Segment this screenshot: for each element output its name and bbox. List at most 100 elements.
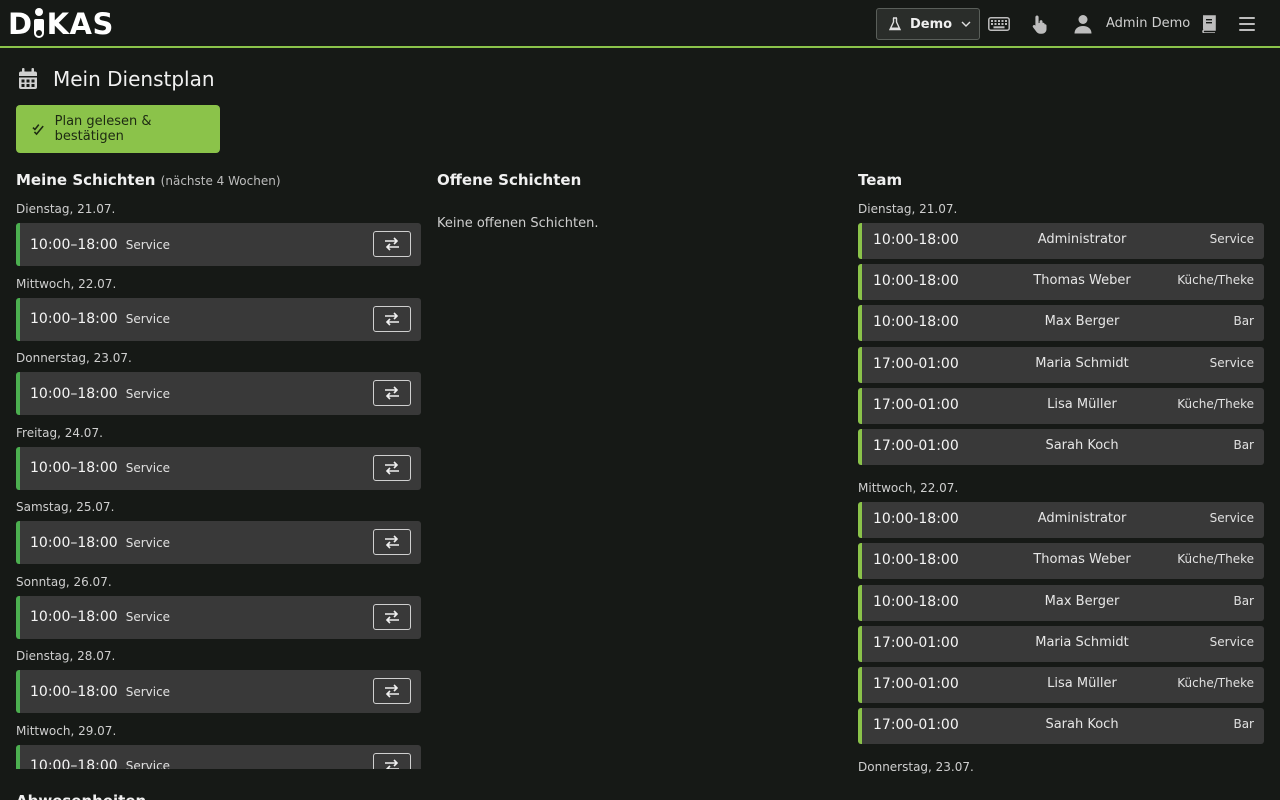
keyboard-icon[interactable]: [987, 12, 1011, 36]
swap-icon: [385, 684, 399, 698]
team-shift-row: 17:00-01:00 Lisa Müller Küche/Theke: [858, 667, 1264, 703]
swap-icon: [385, 609, 399, 624]
team-member-name: Maria Schmidt: [1035, 355, 1129, 371]
open-shifts-title: Offene Schichten: [437, 171, 582, 189]
team-shift-time: 17:00-01:00: [873, 676, 959, 692]
shift-time: 10:00–18:00: [30, 683, 118, 700]
book-icon[interactable]: [1197, 12, 1221, 36]
team-day-date: Donnerstag, 23.07.: [858, 760, 974, 775]
my-shift-card: 10:00–18:00 Service: [16, 372, 421, 415]
team-shift-role: Bar: [1233, 717, 1254, 732]
team-member-name: Sarah Koch: [1045, 438, 1119, 453]
shift-role: Service: [125, 386, 171, 401]
team-shift-row: 10:00-18:00 Thomas Weber Küche/Theke: [858, 264, 1264, 301]
team-member-name: Thomas Weber: [1033, 552, 1131, 568]
team-shift-time: 17:00-01:00: [873, 717, 959, 734]
my-shift-date: Samstag, 25.07.: [16, 500, 115, 514]
team-member-name: Max Berger: [1044, 593, 1120, 609]
swap-shift-button[interactable]: [373, 603, 411, 630]
my-shift-date: Dienstag, 28.07.: [16, 649, 116, 663]
team-shift-row: 17:00-01:00 Maria Schmidt Service: [858, 346, 1264, 383]
team-member-name: Administrator: [1037, 511, 1127, 527]
hamburger-menu-icon[interactable]: [1235, 12, 1259, 36]
team-shift-role: Bar: [1233, 314, 1254, 329]
swap-shift-button[interactable]: [373, 454, 411, 481]
team-shift-role: Service: [1209, 634, 1254, 649]
team-shift-time: 10:00-18:00: [873, 552, 959, 569]
team-shift-row: 17:00-01:00 Sarah Koch Bar: [858, 429, 1264, 465]
my-shifts-subtitle: (nächste 4 Wochen): [160, 174, 281, 188]
swap-icon: [385, 237, 399, 251]
confirm-plan-button[interactable]: Plan gelesen & bestätigen: [16, 105, 220, 153]
team-member-name: Maria Schmidt: [1035, 634, 1129, 650]
team-shift-time: 17:00-01:00: [873, 355, 959, 372]
top-navbar: D KAS Demo Admin Demo: [0, 0, 1280, 48]
team-member-name: Sarah Koch: [1045, 717, 1119, 733]
my-shifts-title: Meine Schichten (nächste 4 Wochen): [16, 171, 281, 189]
team-shift-time: 10:00-18:00: [873, 593, 959, 610]
shift-time: 10:00–18:00: [30, 236, 118, 253]
absences-title: Abwesenheiten: [16, 792, 146, 800]
shift-time: 10:00–18:00: [30, 460, 118, 476]
my-shift-card: 10:00–18:00 Service: [16, 521, 421, 564]
confirm-plan-label: Plan gelesen & bestätigen: [54, 114, 152, 144]
team-shift-role: Service: [1209, 511, 1254, 526]
open-shifts-empty-text: Keine offenen Schichten.: [437, 216, 599, 231]
swap-shift-button[interactable]: [373, 305, 411, 332]
team-shift-time: 10:00-18:00: [873, 232, 959, 248]
shift-role: Service: [125, 312, 171, 326]
swap-shift-button[interactable]: [373, 231, 411, 257]
swap-shift-button[interactable]: [373, 380, 411, 406]
my-shift-date: Mittwoch, 29.07.: [16, 723, 117, 738]
user-name[interactable]: Admin Demo: [1106, 16, 1190, 31]
team-member-name: Administrator: [1037, 232, 1127, 247]
my-shift-card: 10:00–18:00 Service: [16, 223, 421, 266]
my-shift-card: 10:00–18:00 Service: [16, 297, 421, 341]
team-shift-role: Küche/Theke: [1177, 676, 1254, 690]
team-shift-time: 10:00-18:00: [873, 511, 959, 528]
team-shift-row: 10:00-18:00 Max Berger Bar: [858, 305, 1264, 342]
shift-role: Service: [125, 610, 171, 624]
shift-time: 10:00–18:00: [30, 609, 118, 625]
team-title: Team: [858, 171, 903, 189]
team-shift-time: 10:00-18:00: [873, 314, 959, 331]
team-member-name: Thomas Weber: [1033, 273, 1131, 289]
shift-role: Service: [125, 461, 171, 475]
team-shift-row: 17:00-01:00 Sarah Koch Bar: [858, 708, 1264, 745]
my-shift-date: Donnerstag, 23.07.: [16, 351, 132, 365]
shift-time: 10:00–18:00: [30, 534, 118, 551]
swap-icon: [385, 386, 399, 400]
swap-shift-button[interactable]: [373, 678, 411, 704]
team-shift-time: 17:00-01:00: [873, 634, 959, 651]
team-shift-row: 17:00-01:00 Maria Schmidt Service: [858, 625, 1264, 662]
team-day-date: Mittwoch, 22.07.: [858, 481, 959, 496]
my-shift-card: 10:00–18:00 Service: [16, 446, 421, 490]
app-logo[interactable]: D KAS: [8, 7, 114, 41]
hand-pointer-icon[interactable]: [1028, 12, 1052, 36]
my-shift-date: Dienstag, 21.07.: [16, 202, 116, 216]
team-shift-row: 17:00-01:00 Lisa Müller Küche/Theke: [858, 387, 1264, 424]
user-icon[interactable]: [1071, 12, 1095, 36]
swap-shift-button[interactable]: [373, 529, 411, 555]
my-shift-date: Mittwoch, 22.07.: [16, 276, 117, 291]
flask-icon: [889, 17, 901, 31]
team-shift-role: Küche/Theke: [1177, 552, 1254, 567]
page-title-text: Mein Dienstplan: [53, 67, 215, 91]
team-member-name: Max Berger: [1044, 314, 1120, 330]
team-member-name: Lisa Müller: [1047, 676, 1117, 691]
my-shift-card: 10:00–18:00 Service: [16, 670, 421, 713]
team-shift-role: Bar: [1233, 593, 1254, 608]
team-shift-row: 10:00-18:00 Administrator Service: [858, 223, 1264, 259]
my-shift-card: 10:00–18:00 Service: [16, 595, 421, 639]
swap-icon: [385, 460, 399, 475]
team-shift-row: 10:00-18:00 Administrator Service: [858, 502, 1264, 539]
demo-dropdown-button[interactable]: Demo: [876, 8, 980, 40]
team-day-date: Dienstag, 21.07.: [858, 202, 958, 216]
my-shift-date: Sonntag, 26.07.: [16, 574, 112, 589]
team-shift-role: Bar: [1233, 438, 1254, 452]
page-title: Mein Dienstplan: [18, 66, 215, 92]
swap-icon: [385, 311, 399, 326]
shift-role: Service: [125, 535, 171, 550]
team-shift-role: Service: [1209, 232, 1254, 246]
team-shift-role: Küche/Theke: [1177, 273, 1254, 288]
